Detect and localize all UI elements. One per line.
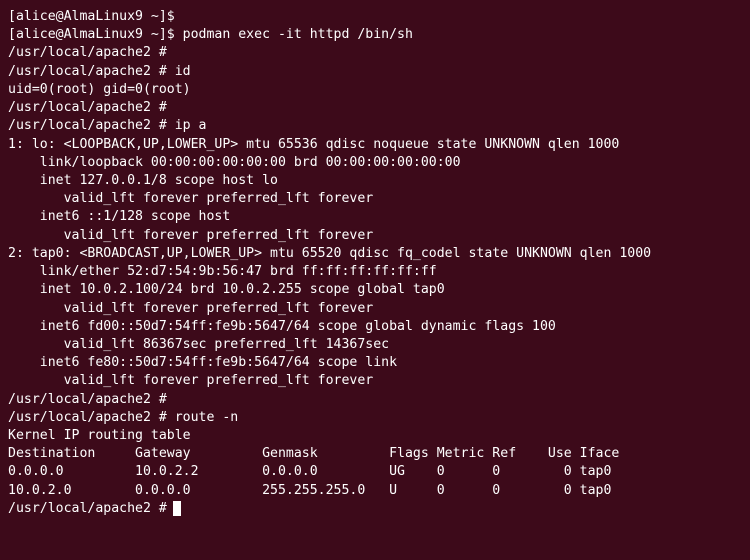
terminal-line: valid_lft forever preferred_lft forever: [8, 372, 742, 390]
terminal-line: 10.0.2.0 0.0.0.0 255.255.255.0 U 0 0 0 t…: [8, 482, 742, 500]
terminal-line: link/loopback 00:00:00:00:00:00 brd 00:0…: [8, 154, 742, 172]
terminal-line: 2: tap0: <BROADCAST,UP,LOWER_UP> mtu 655…: [8, 245, 742, 263]
terminal-line: inet6 fd00::50d7:54ff:fe9b:5647/64 scope…: [8, 318, 742, 336]
terminal-prompt[interactable]: /usr/local/apache2 #: [8, 500, 742, 518]
terminal-line: link/ether 52:d7:54:9b:56:47 brd ff:ff:f…: [8, 263, 742, 281]
terminal-line: /usr/local/apache2 # route -n: [8, 409, 742, 427]
terminal-line: /usr/local/apache2 # ip a: [8, 117, 742, 135]
terminal-line: /usr/local/apache2 # id: [8, 63, 742, 81]
terminal-line: inet 127.0.0.1/8 scope host lo: [8, 172, 742, 190]
terminal-line: inet 10.0.2.100/24 brd 10.0.2.255 scope …: [8, 281, 742, 299]
terminal-line: valid_lft forever preferred_lft forever: [8, 227, 742, 245]
terminal-line: uid=0(root) gid=0(root): [8, 81, 742, 99]
terminal-line: valid_lft forever preferred_lft forever: [8, 300, 742, 318]
terminal-line: inet6 fe80::50d7:54ff:fe9b:5647/64 scope…: [8, 354, 742, 372]
prompt-text: /usr/local/apache2 #: [8, 501, 175, 516]
terminal-line: [alice@AlmaLinux9 ~]$: [8, 8, 742, 26]
terminal-output[interactable]: [alice@AlmaLinux9 ~]$ [alice@AlmaLinux9 …: [8, 8, 742, 518]
terminal-line: /usr/local/apache2 #: [8, 391, 742, 409]
terminal-line: inet6 ::1/128 scope host: [8, 208, 742, 226]
terminal-line: /usr/local/apache2 #: [8, 44, 742, 62]
cursor-icon: [173, 501, 181, 516]
terminal-line: Destination Gateway Genmask Flags Metric…: [8, 445, 742, 463]
terminal-line: 0.0.0.0 10.0.2.2 0.0.0.0 UG 0 0 0 tap0: [8, 463, 742, 481]
terminal-line: valid_lft forever preferred_lft forever: [8, 190, 742, 208]
terminal-line: [alice@AlmaLinux9 ~]$ podman exec -it ht…: [8, 26, 742, 44]
terminal-line: /usr/local/apache2 #: [8, 99, 742, 117]
terminal-line: 1: lo: <LOOPBACK,UP,LOWER_UP> mtu 65536 …: [8, 136, 742, 154]
terminal-line: valid_lft 86367sec preferred_lft 14367se…: [8, 336, 742, 354]
terminal-line: Kernel IP routing table: [8, 427, 742, 445]
